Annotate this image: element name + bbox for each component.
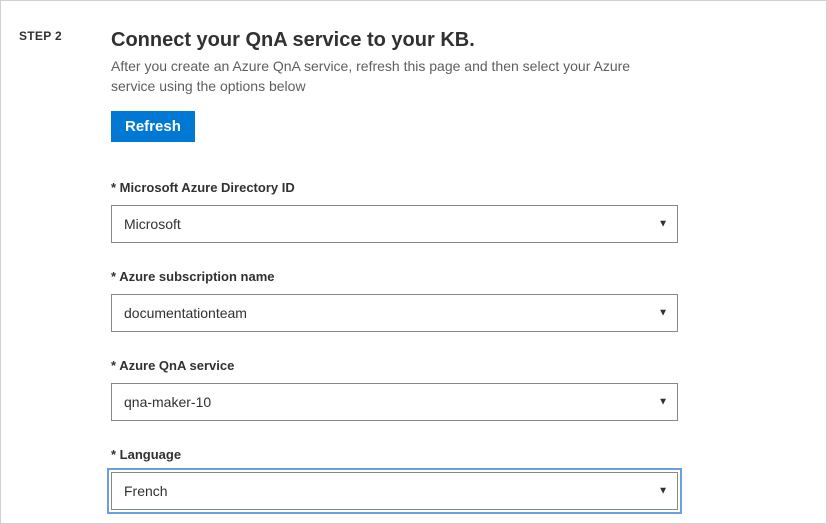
field-language: * Language French ▼ [111, 447, 678, 510]
step-column: STEP 2 [19, 29, 111, 510]
select-wrap-service: qna-maker-10 ▼ [111, 383, 678, 421]
field-label-language: * Language [111, 447, 678, 462]
field-label-directory: * Microsoft Azure Directory ID [111, 180, 678, 195]
select-wrap-directory: Microsoft ▼ [111, 205, 678, 243]
select-wrap-language: French ▼ [111, 472, 678, 510]
select-service[interactable]: qna-maker-10 [111, 383, 678, 421]
refresh-button[interactable]: Refresh [111, 111, 195, 142]
step-label: STEP 2 [19, 29, 111, 43]
page-subtext: After you create an Azure QnA service, r… [111, 56, 678, 97]
field-service: * Azure QnA service qna-maker-10 ▼ [111, 358, 678, 421]
select-directory-value: Microsoft [124, 216, 181, 232]
field-label-subscription: * Azure subscription name [111, 269, 678, 284]
select-language[interactable]: French [111, 472, 678, 510]
page-title: Connect your QnA service to your KB. [111, 29, 678, 52]
field-label-service: * Azure QnA service [111, 358, 678, 373]
field-directory: * Microsoft Azure Directory ID Microsoft… [111, 180, 678, 243]
select-wrap-subscription: documentationteam ▼ [111, 294, 678, 332]
select-service-value: qna-maker-10 [124, 394, 211, 410]
step-container: STEP 2 Connect your QnA service to your … [1, 1, 826, 510]
select-subscription[interactable]: documentationteam [111, 294, 678, 332]
select-language-value: French [124, 483, 168, 499]
select-directory[interactable]: Microsoft [111, 205, 678, 243]
field-subscription: * Azure subscription name documentationt… [111, 269, 678, 332]
select-subscription-value: documentationteam [124, 305, 247, 321]
content-column: Connect your QnA service to your KB. Aft… [111, 29, 808, 510]
